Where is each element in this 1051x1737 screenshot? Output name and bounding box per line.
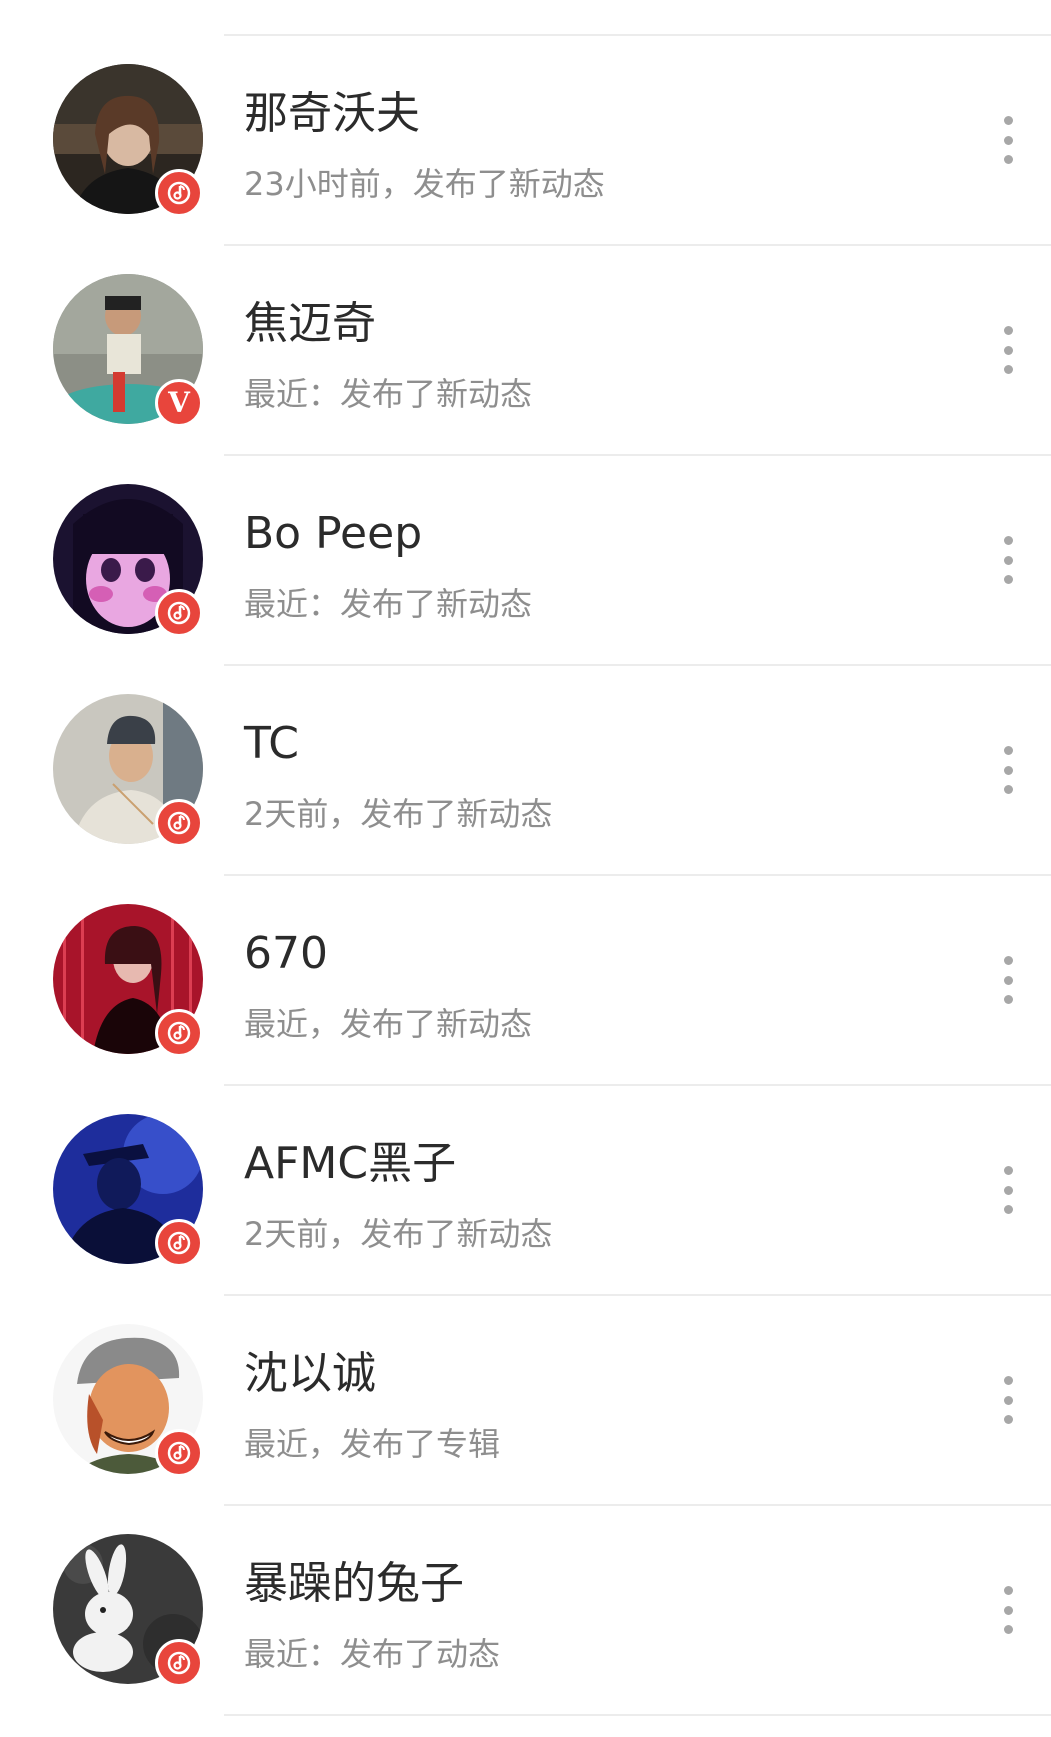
music-note-badge-icon: [155, 589, 203, 637]
more-vertical-icon[interactable]: [990, 110, 1026, 170]
user-name[interactable]: 沈以诚: [244, 1346, 376, 1402]
music-note-badge-icon: [155, 169, 203, 217]
user-status: 最近：发布了新动态: [244, 585, 533, 623]
user-row[interactable]: TC 2天前，发布了新动态: [0, 666, 1051, 876]
more-vertical-icon[interactable]: [990, 740, 1026, 800]
more-vertical-icon[interactable]: [990, 1580, 1026, 1640]
user-status: 2天前，发布了新动态: [244, 795, 553, 833]
user-status: 最近，发布了新动态: [244, 1005, 533, 1043]
user-status: 最近：发布了新动态: [244, 375, 533, 413]
user-name[interactable]: AFMC黑子: [244, 1136, 456, 1192]
user-row[interactable]: 那奇沃夫 23小时前，发布了新动态: [0, 36, 1051, 246]
divider: [224, 1714, 1051, 1716]
music-note-badge-icon: [155, 1639, 203, 1687]
user-status: 2天前，发布了新动态: [244, 1215, 553, 1253]
more-vertical-icon[interactable]: [990, 1160, 1026, 1220]
user-row[interactable]: Bo Peep 最近：发布了新动态: [0, 456, 1051, 666]
music-note-badge-icon: [155, 1009, 203, 1057]
user-name[interactable]: 那奇沃夫: [244, 86, 420, 142]
user-row[interactable]: AFMC黑子 2天前，发布了新动态: [0, 1086, 1051, 1296]
more-vertical-icon[interactable]: [990, 1370, 1026, 1430]
user-row[interactable]: V 焦迈奇 最近：发布了新动态: [0, 246, 1051, 456]
music-note-badge-icon: [155, 1429, 203, 1477]
user-status: 最近，发布了专辑: [244, 1425, 501, 1463]
user-status: 23小时前，发布了新动态: [244, 165, 605, 203]
user-status: 最近：发布了动态: [244, 1635, 501, 1673]
user-name[interactable]: 670: [244, 926, 328, 982]
user-name[interactable]: Bo Peep: [244, 506, 422, 562]
music-note-badge-icon: [155, 799, 203, 847]
user-name[interactable]: TC: [244, 716, 299, 772]
more-vertical-icon[interactable]: [990, 320, 1026, 380]
user-name[interactable]: 暴躁的兔子: [244, 1556, 464, 1612]
more-vertical-icon[interactable]: [990, 530, 1026, 590]
user-name[interactable]: 焦迈奇: [244, 296, 376, 352]
more-vertical-icon[interactable]: [990, 950, 1026, 1010]
user-row[interactable]: 沈以诚 最近，发布了专辑: [0, 1296, 1051, 1506]
music-note-badge-icon: [155, 1219, 203, 1267]
verified-v-badge-icon: V: [155, 379, 203, 427]
user-row[interactable]: 670 最近，发布了新动态: [0, 876, 1051, 1086]
user-row[interactable]: 暴躁的兔子 最近：发布了动态: [0, 1506, 1051, 1716]
